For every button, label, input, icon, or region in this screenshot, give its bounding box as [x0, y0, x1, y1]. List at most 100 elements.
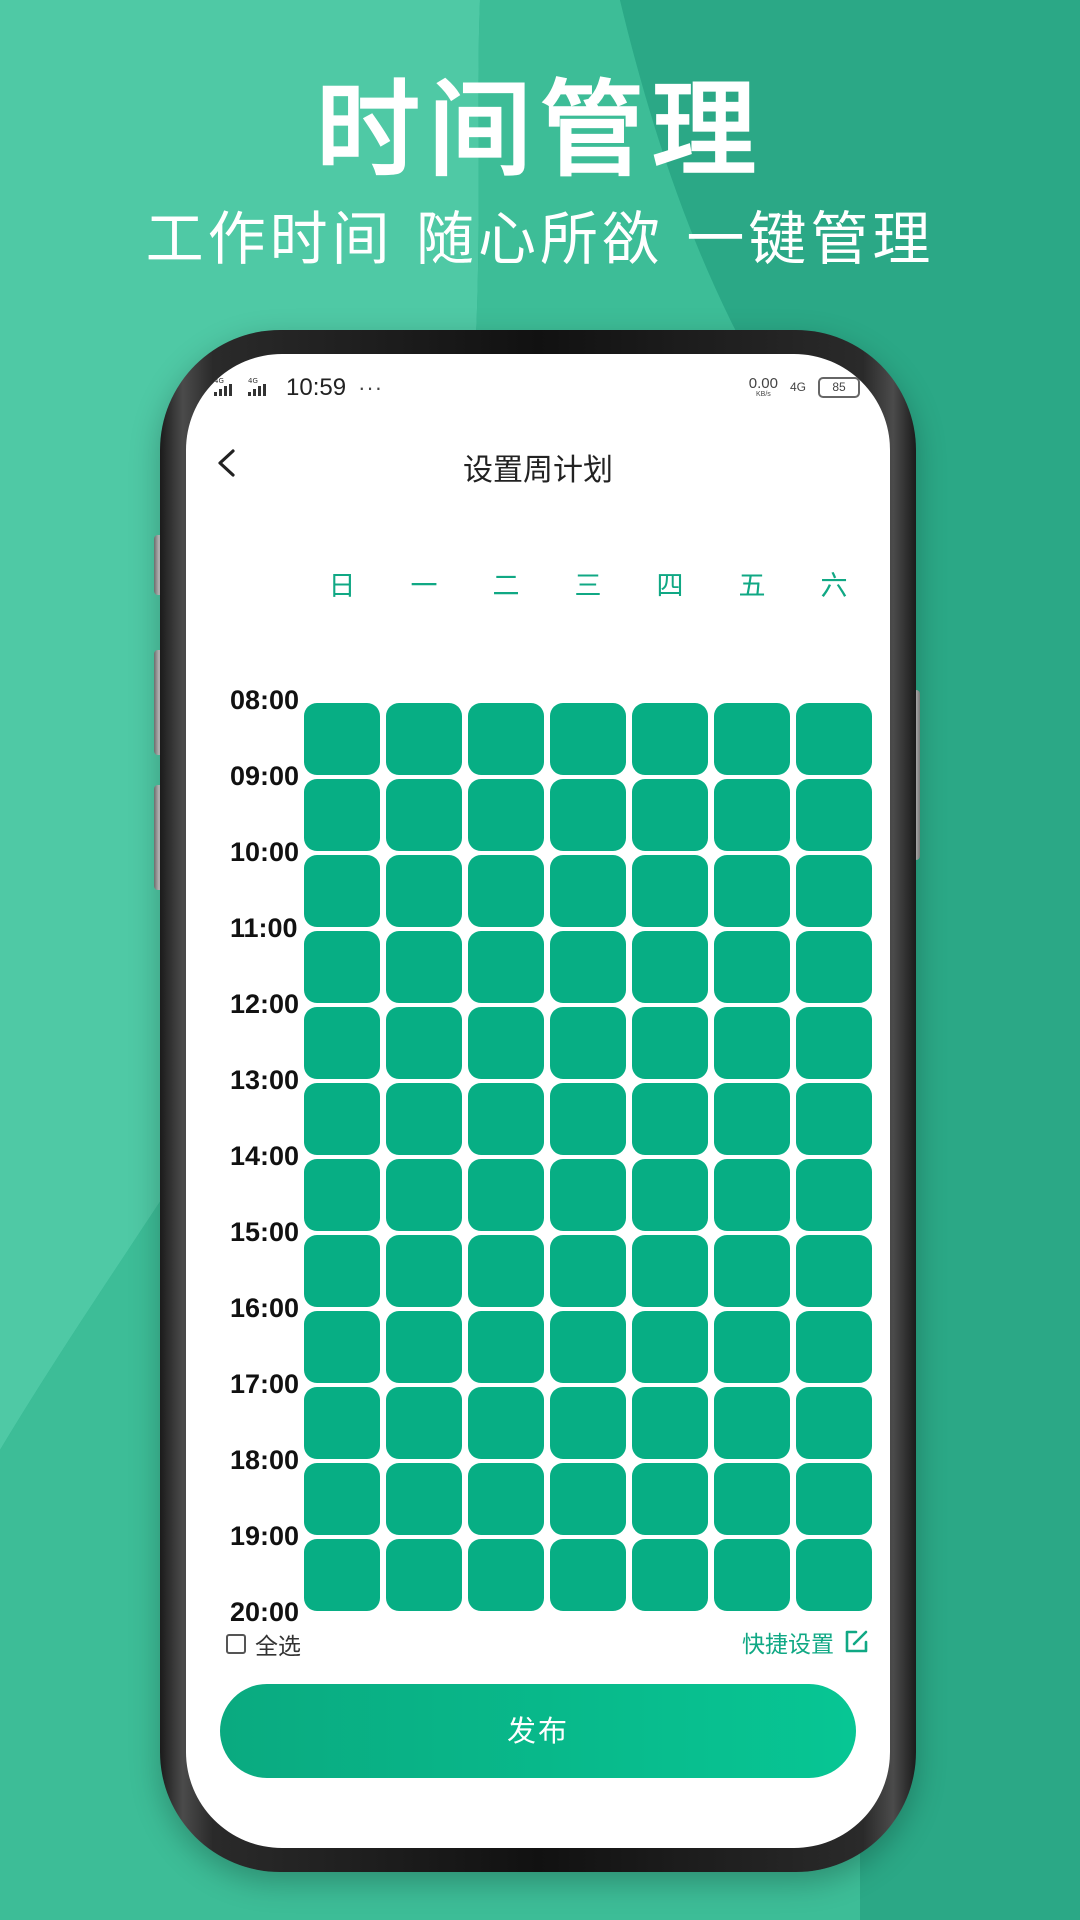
time-slot-cell[interactable]	[386, 855, 462, 927]
time-slot-cell[interactable]	[714, 1007, 790, 1079]
time-slot-cell[interactable]	[796, 1539, 872, 1611]
time-slot-cell[interactable]	[386, 1235, 462, 1307]
phone-frame: 4G 4G 10:59 ··· 0.00 KB/s 4G 85 设置周计划 日 …	[160, 330, 916, 1872]
time-slot-cell[interactable]	[714, 1235, 790, 1307]
time-slot-cell[interactable]	[714, 1463, 790, 1535]
time-slot-cell[interactable]	[304, 931, 380, 1003]
time-slot-cell[interactable]	[386, 931, 462, 1003]
time-slot-cell[interactable]	[386, 1387, 462, 1459]
time-slot-cell[interactable]	[550, 931, 626, 1003]
time-slot-cell[interactable]	[468, 1235, 544, 1307]
time-slot-cell[interactable]	[468, 855, 544, 927]
select-all-checkbox[interactable]	[226, 1634, 246, 1654]
time-slot-cell[interactable]	[632, 1463, 708, 1535]
time-label: 17:00	[230, 1369, 300, 1399]
time-slot-cell[interactable]	[632, 931, 708, 1003]
time-slot-cell[interactable]	[714, 855, 790, 927]
time-slot-cell[interactable]	[304, 1159, 380, 1231]
time-slot-cell[interactable]	[714, 1539, 790, 1611]
time-slot-cell[interactable]	[714, 1159, 790, 1231]
time-slot-cell[interactable]	[386, 1007, 462, 1079]
time-slot-cell[interactable]	[796, 1159, 872, 1231]
time-slot-cell[interactable]	[632, 855, 708, 927]
time-slot-cell[interactable]	[550, 1311, 626, 1383]
time-slot-cell[interactable]	[632, 1387, 708, 1459]
time-slot-cell[interactable]	[714, 779, 790, 851]
time-slot-cell[interactable]	[386, 703, 462, 775]
time-slot-cell[interactable]	[468, 931, 544, 1003]
time-slot-cell[interactable]	[550, 1083, 626, 1155]
time-slot-cell[interactable]	[386, 1159, 462, 1231]
time-slot-cell[interactable]	[386, 1463, 462, 1535]
weekday-label: 一	[410, 571, 438, 602]
time-slot-cell[interactable]	[550, 1235, 626, 1307]
time-slot-cell[interactable]	[796, 1235, 872, 1307]
time-slot-cell[interactable]	[796, 703, 872, 775]
time-slot-cell[interactable]	[714, 931, 790, 1003]
time-slot-cell[interactable]	[304, 1007, 380, 1079]
time-label: 19:00	[230, 1521, 300, 1551]
time-label: 20:00	[230, 1597, 300, 1627]
time-slot-cell[interactable]	[550, 779, 626, 851]
time-slot-cell[interactable]	[386, 1311, 462, 1383]
time-slot-cell[interactable]	[304, 1387, 380, 1459]
time-slot-cell[interactable]	[796, 1083, 872, 1155]
publish-button[interactable]: 发布	[220, 1684, 856, 1778]
time-slot-cell[interactable]	[304, 1235, 380, 1307]
time-slot-cell[interactable]	[796, 779, 872, 851]
time-slot-cell[interactable]	[304, 1083, 380, 1155]
time-label: 16:00	[230, 1293, 300, 1323]
time-slot-cell[interactable]	[796, 1387, 872, 1459]
time-slot-cell[interactable]	[632, 1311, 708, 1383]
time-slot-cell[interactable]	[304, 1463, 380, 1535]
time-slot-cell[interactable]	[632, 1539, 708, 1611]
time-slot-cell[interactable]	[550, 1159, 626, 1231]
time-slot-cell[interactable]	[796, 1311, 872, 1383]
time-slot-cell[interactable]	[632, 779, 708, 851]
time-slot-cell[interactable]	[468, 1463, 544, 1535]
time-slot-cell[interactable]	[550, 1387, 626, 1459]
weekday-label: 四	[656, 571, 684, 602]
time-slot-cell[interactable]	[632, 703, 708, 775]
time-label: 10:00	[230, 837, 300, 867]
time-slot-cell[interactable]	[468, 1007, 544, 1079]
promo-title: 时间管理	[315, 69, 764, 191]
time-slot-cell[interactable]	[468, 1387, 544, 1459]
time-slot-cell[interactable]	[550, 855, 626, 927]
time-slot-cell[interactable]	[550, 1007, 626, 1079]
time-slot-cell[interactable]	[468, 1539, 544, 1611]
time-slot-cell[interactable]	[386, 1083, 462, 1155]
time-slot-cell[interactable]	[714, 703, 790, 775]
time-slot-cell[interactable]	[386, 1539, 462, 1611]
time-slot-cell[interactable]	[632, 1083, 708, 1155]
time-slot-cell[interactable]	[304, 703, 380, 775]
select-all-label: 全选	[255, 1634, 301, 1660]
time-slot-cell[interactable]	[796, 855, 872, 927]
time-slot-cell[interactable]	[304, 779, 380, 851]
time-slot-cell[interactable]	[468, 1083, 544, 1155]
time-slot-cell[interactable]	[714, 1387, 790, 1459]
time-slot-cell[interactable]	[714, 1311, 790, 1383]
time-slot-cell[interactable]	[550, 1539, 626, 1611]
select-all-control[interactable]: 全选	[226, 1627, 301, 1661]
time-slot-cell[interactable]	[796, 1463, 872, 1535]
time-slot-cell[interactable]	[550, 1463, 626, 1535]
time-slot-cell[interactable]	[468, 1159, 544, 1231]
time-slot-cell[interactable]	[468, 703, 544, 775]
time-slot-cell[interactable]	[796, 1007, 872, 1079]
time-slot-cell[interactable]	[550, 703, 626, 775]
time-slot-cell[interactable]	[632, 1159, 708, 1231]
signal-icon-secondary: 4G	[248, 376, 276, 401]
time-slot-cell[interactable]	[468, 779, 544, 851]
time-slot-cell[interactable]	[304, 1539, 380, 1611]
time-slot-cell[interactable]	[796, 931, 872, 1003]
time-slot-cell[interactable]	[468, 1311, 544, 1383]
time-slot-cell[interactable]	[386, 779, 462, 851]
time-slot-cell[interactable]	[304, 1311, 380, 1383]
quick-set-button[interactable]: 快捷设置	[742, 1625, 870, 1659]
time-slot-cell[interactable]	[714, 1083, 790, 1155]
time-slot-cell[interactable]	[632, 1235, 708, 1307]
time-slot-cell[interactable]	[632, 1007, 708, 1079]
edit-icon	[845, 1630, 868, 1653]
time-slot-cell[interactable]	[304, 855, 380, 927]
